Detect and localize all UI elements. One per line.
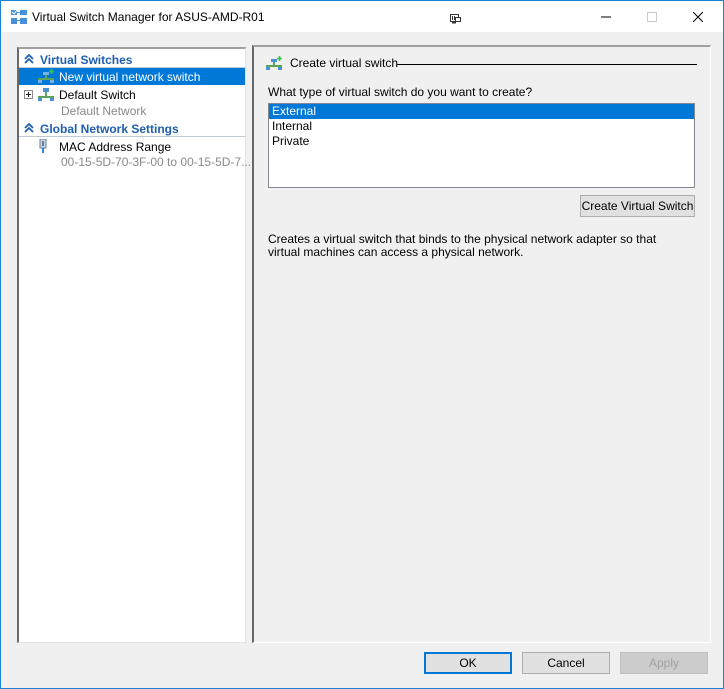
group-title-label: Create virtual switch <box>290 56 399 70</box>
minimize-icon <box>601 16 611 17</box>
maximize-icon <box>647 11 657 22</box>
window-title: Virtual Switch Manager for ASUS-AMD-R01 <box>32 10 265 24</box>
mac-address-icon <box>39 139 47 153</box>
title-bar[interactable]: Virtual Switch Manager for ASUS-AMD-R01 <box>1 1 723 32</box>
apply-button[interactable]: Apply <box>620 652 708 674</box>
expand-icon[interactable] <box>24 90 33 99</box>
navigation-tree: Virtual Switches New virtual network swi… <box>17 47 251 643</box>
tree-item-default-switch[interactable]: Default Switch <box>19 86 245 103</box>
tree-item-new-virtual-network-switch[interactable]: New virtual network switch <box>19 68 245 85</box>
detail-panel: Create virtual switch What type of virtu… <box>252 45 711 643</box>
snap-layout-icon[interactable] <box>450 14 461 24</box>
close-icon <box>693 11 703 22</box>
cancel-button[interactable]: Cancel <box>522 652 610 674</box>
collapse-chevron-icon[interactable] <box>24 123 34 133</box>
new-switch-icon <box>266 56 282 70</box>
maximize-button[interactable] <box>629 1 675 32</box>
section-header-virtual-switches[interactable]: Virtual Switches <box>19 51 245 68</box>
tree-item-sublabel: Default Network <box>61 104 147 118</box>
switch-type-option-private[interactable]: Private <box>269 134 694 149</box>
tree-item-label: Default Switch <box>59 88 136 102</box>
close-button[interactable] <box>675 1 721 32</box>
minimize-button[interactable] <box>583 1 629 32</box>
create-virtual-switch-button[interactable]: Create Virtual Switch <box>580 195 695 217</box>
switch-type-option-external[interactable]: External <box>269 104 694 119</box>
section-header-global-network-settings[interactable]: Global Network Settings <box>19 120 245 137</box>
virtual-switch-manager-window: Virtual Switch Manager for ASUS-AMD-R01 … <box>0 0 724 689</box>
ok-button[interactable]: OK <box>424 652 512 674</box>
network-switch-icon <box>38 88 54 101</box>
tree-item-label: MAC Address Range <box>59 140 172 154</box>
virtual-switch-manager-icon <box>11 10 27 24</box>
collapse-chevron-icon[interactable] <box>24 54 34 64</box>
switch-type-option-internal[interactable]: Internal <box>269 119 694 134</box>
new-switch-icon <box>38 69 54 83</box>
section-header-label: Global Network Settings <box>40 122 179 136</box>
group-title: Create virtual switch <box>266 55 398 71</box>
tree-item-label: New virtual network switch <box>59 70 201 84</box>
tree-item-sublabel: 00-15-5D-70-3F-00 to 00-15-5D-7... <box>61 155 252 169</box>
switch-type-listbox[interactable]: External Internal Private <box>268 103 695 188</box>
group-separator <box>397 64 697 65</box>
section-header-label: Virtual Switches <box>40 53 133 67</box>
switch-type-description: Creates a virtual switch that binds to t… <box>268 232 657 259</box>
tree-item-mac-address-range[interactable]: MAC Address Range <box>19 138 245 155</box>
switch-type-question: What type of virtual switch do you want … <box>268 85 533 99</box>
